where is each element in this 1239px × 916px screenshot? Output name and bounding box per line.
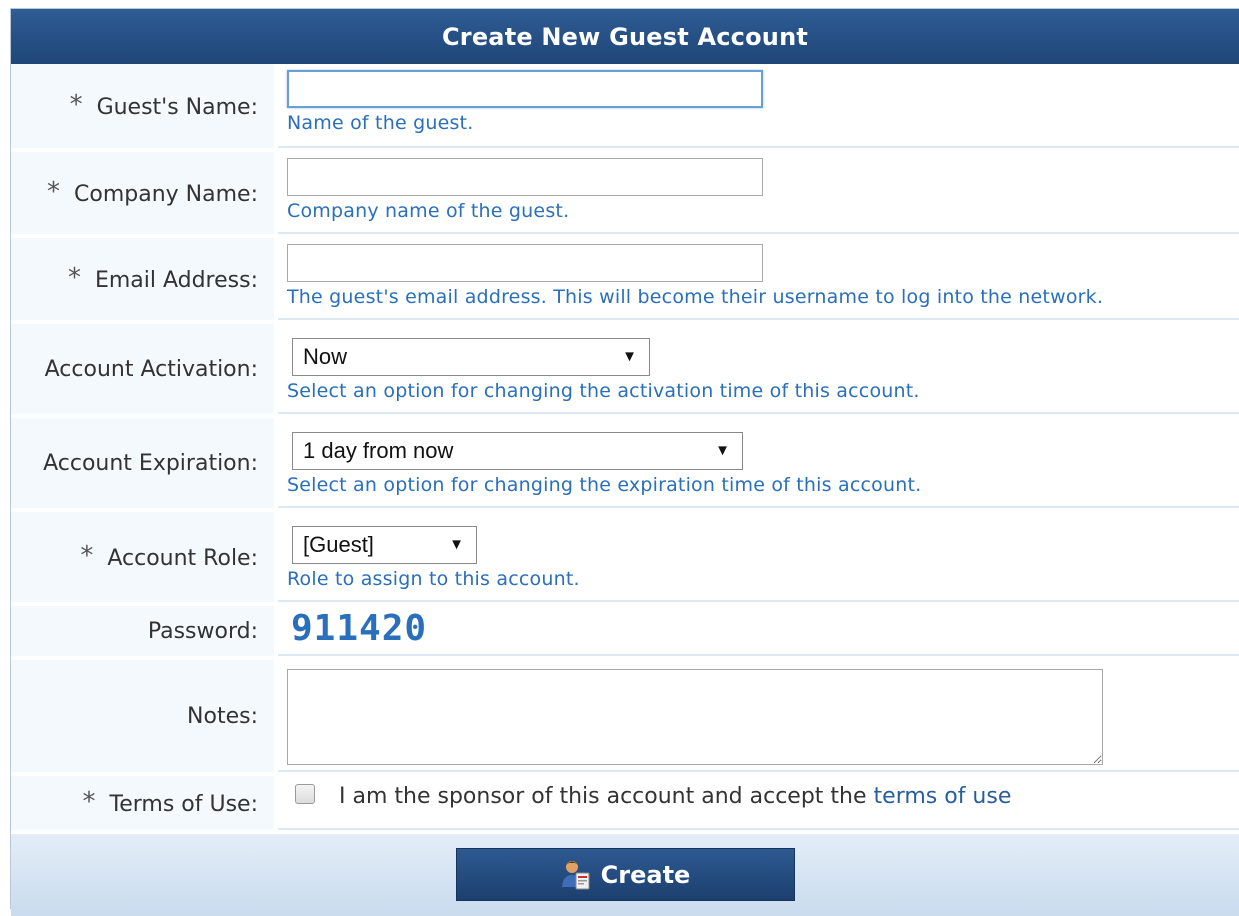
terms-checkbox[interactable] xyxy=(295,784,315,804)
role-label-cell: * Account Role: xyxy=(11,512,278,602)
form-title: Create New Guest Account xyxy=(11,9,1239,64)
password-value: 911420 xyxy=(291,608,428,649)
role-hint: Role to assign to this account. xyxy=(287,568,580,590)
guest-name-label-cell: * Guest's Name: xyxy=(11,64,278,148)
row-password: Password: 911420 xyxy=(11,606,1239,656)
create-button[interactable]: Create xyxy=(456,848,795,901)
company-name-label: Company Name: xyxy=(74,182,258,207)
terms-text: I am the sponsor of this account and acc… xyxy=(339,784,867,809)
required-marker: * xyxy=(80,541,94,571)
notes-textarea[interactable] xyxy=(287,669,1103,765)
guest-name-hint: Name of the guest. xyxy=(287,112,474,134)
email-input[interactable] xyxy=(287,244,763,282)
expiration-hint: Select an option for changing the expira… xyxy=(287,474,922,496)
dropdown-arrow-icon: ▼ xyxy=(715,442,730,459)
role-label: Account Role: xyxy=(107,546,258,571)
company-name-cell: Company name of the guest. xyxy=(278,152,1239,234)
activation-select[interactable]: Now ▼ xyxy=(292,338,650,376)
row-expiration: Account Expiration: 1 day from now ▼ Sel… xyxy=(11,418,1239,508)
notes-label-cell: Notes: xyxy=(11,660,278,772)
guest-name-input[interactable] xyxy=(287,70,763,108)
row-terms: * Terms of Use: I am the sponsor of this … xyxy=(11,776,1239,830)
role-cell: [Guest] ▼ Role to assign to this account… xyxy=(278,512,1239,602)
required-marker: * xyxy=(67,263,81,293)
activation-label: Account Activation: xyxy=(44,356,258,382)
password-label-cell: Password: xyxy=(11,606,278,656)
notes-cell xyxy=(278,660,1239,772)
company-name-hint: Company name of the guest. xyxy=(287,200,570,222)
password-label: Password: xyxy=(147,618,258,644)
guest-account-form: Create New Guest Account * Guest's Name: … xyxy=(10,8,1239,916)
guest-name-cell: Name of the guest. xyxy=(278,64,1239,148)
activation-selected-value: Now xyxy=(303,344,348,369)
row-activation: Account Activation: Now ▼ Select an opti… xyxy=(11,324,1239,414)
company-name-input[interactable] xyxy=(287,158,763,196)
email-label-cell: * Email Address: xyxy=(11,238,278,320)
email-cell: The guest's email address. This will bec… xyxy=(278,238,1239,320)
create-button-label: Create xyxy=(600,860,691,889)
form-footer: Create xyxy=(11,834,1239,916)
email-label: Email Address: xyxy=(94,268,258,293)
role-selected-value: [Guest] xyxy=(303,532,374,557)
notes-label: Notes: xyxy=(187,703,258,729)
row-role: * Account Role: [Guest] ▼ Role to assign … xyxy=(11,512,1239,602)
required-marker: * xyxy=(69,90,83,120)
row-company-name: * Company Name: Company name of the guest… xyxy=(11,152,1239,234)
guest-name-label: Guest's Name: xyxy=(96,95,258,120)
dropdown-arrow-icon: ▼ xyxy=(449,536,464,553)
expiration-cell: 1 day from now ▼ Select an option for ch… xyxy=(278,418,1239,508)
terms-cell: I am the sponsor of this account and acc… xyxy=(278,776,1239,830)
terms-of-use-link[interactable]: terms of use xyxy=(874,784,1012,809)
required-marker: * xyxy=(82,787,96,817)
expiration-label: Account Expiration: xyxy=(43,450,258,476)
terms-line: I am the sponsor of this account and acc… xyxy=(287,776,1239,809)
activation-label-cell: Account Activation: xyxy=(11,324,278,414)
password-cell: 911420 xyxy=(278,606,1239,656)
row-guest-name: * Guest's Name: Name of the guest. xyxy=(11,64,1239,148)
required-marker: * xyxy=(47,177,61,207)
expiration-selected-value: 1 day from now xyxy=(303,438,454,463)
dropdown-arrow-icon: ▼ xyxy=(622,348,637,365)
company-name-label-cell: * Company Name: xyxy=(11,152,278,234)
role-select[interactable]: [Guest] ▼ xyxy=(292,526,477,564)
email-hint: The guest's email address. This will bec… xyxy=(287,286,1104,308)
activation-cell: Now ▼ Select an option for changing the … xyxy=(278,324,1239,414)
expiration-select[interactable]: 1 day from now ▼ xyxy=(292,432,743,470)
terms-label-cell: * Terms of Use: xyxy=(11,776,278,830)
terms-label: Terms of Use: xyxy=(109,792,259,817)
row-notes: Notes: xyxy=(11,660,1239,772)
activation-hint: Select an option for changing the activa… xyxy=(287,380,920,402)
guest-user-icon xyxy=(561,860,590,889)
form-table: * Guest's Name: Name of the guest. * Compa… xyxy=(11,60,1239,834)
row-email: * Email Address: The guest's email addres… xyxy=(11,238,1239,320)
expiration-label-cell: Account Expiration: xyxy=(11,418,278,508)
